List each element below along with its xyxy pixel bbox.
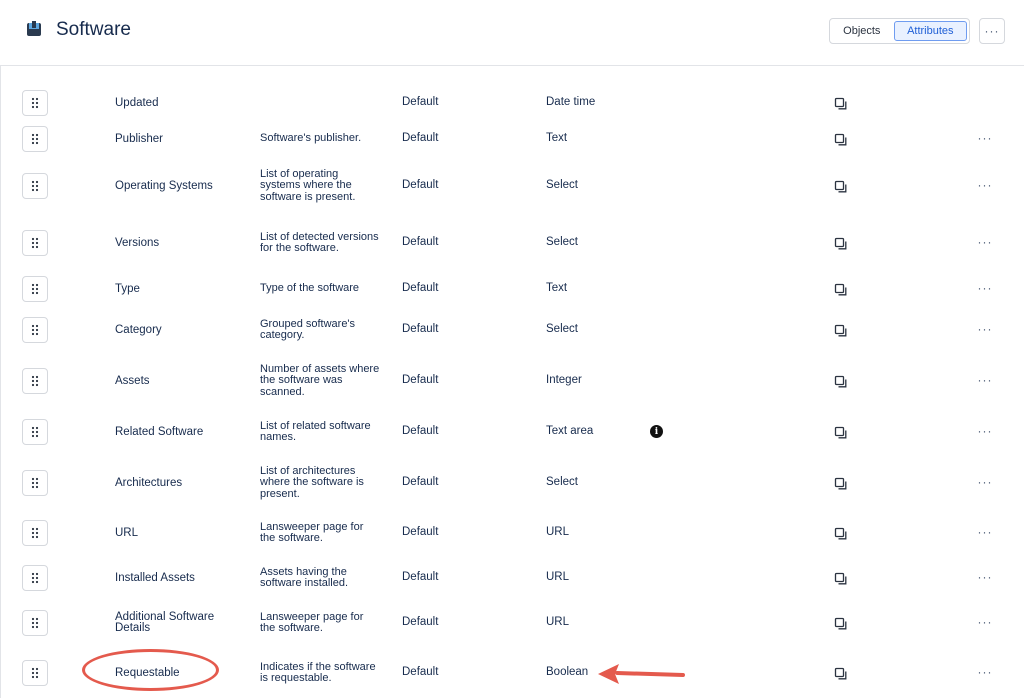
- drag-handle-icon[interactable]: [22, 610, 48, 636]
- copy-icon[interactable]: [834, 375, 848, 389]
- copy-icon[interactable]: [834, 527, 848, 541]
- attribute-type: Date time: [546, 96, 596, 108]
- attribute-scope: Default: [402, 96, 439, 108]
- left-divider: [0, 66, 1, 698]
- attribute-description: Software's publisher.: [260, 132, 362, 145]
- drag-handle-icon[interactable]: [22, 230, 48, 256]
- attribute-type: Select: [546, 236, 578, 248]
- attribute-type: Select: [546, 323, 578, 335]
- annotation-oval: [82, 649, 219, 691]
- annotation-arrow-icon: [598, 664, 685, 684]
- row-more-button[interactable]: ···: [976, 615, 994, 629]
- row-more-button[interactable]: ···: [976, 322, 994, 336]
- attribute-scope: Default: [402, 425, 439, 437]
- drag-handle-icon[interactable]: [22, 419, 48, 445]
- copy-icon[interactable]: [834, 237, 848, 251]
- attribute-description: Grouped software's category.: [260, 317, 356, 341]
- attribute-type: URL: [546, 571, 570, 583]
- copy-icon[interactable]: [834, 572, 848, 586]
- attribute-name: Publisher: [115, 132, 163, 145]
- drag-handle-icon[interactable]: [22, 565, 48, 591]
- attribute-name: Installed Assets: [115, 571, 195, 584]
- attribute-description: Lansweeper page for the software.: [260, 520, 364, 544]
- attribute-scope: Default: [402, 374, 439, 386]
- row-more-button[interactable]: ···: [976, 665, 994, 679]
- drag-handle-icon[interactable]: [22, 520, 48, 546]
- attribute-scope: Default: [402, 571, 439, 583]
- copy-icon[interactable]: [834, 617, 848, 631]
- copy-icon[interactable]: [834, 324, 848, 338]
- drag-handle-icon[interactable]: [22, 470, 48, 496]
- copy-icon[interactable]: [834, 477, 848, 491]
- drag-handle-icon[interactable]: [22, 276, 48, 302]
- attributes-tab[interactable]: Attributes: [893, 21, 967, 41]
- attribute-description: List of operating systems where the soft…: [260, 167, 356, 203]
- copy-icon[interactable]: [834, 180, 848, 194]
- drag-handle-icon[interactable]: [22, 368, 48, 394]
- attribute-type: URL: [546, 616, 570, 628]
- attribute-description: Type of the software: [260, 282, 360, 295]
- attribute-scope: Default: [402, 616, 439, 628]
- row-more-button[interactable]: ···: [976, 525, 994, 539]
- attribute-description: List of related software names.: [260, 419, 371, 443]
- attribute-scope: Default: [402, 666, 439, 678]
- row-more-button[interactable]: ···: [976, 373, 994, 387]
- attribute-scope: Default: [402, 236, 439, 248]
- attribute-name: Assets: [115, 374, 150, 387]
- software-box-icon: [27, 21, 41, 36]
- attribute-description: List of architectures where the software…: [260, 464, 364, 500]
- drag-handle-icon[interactable]: [22, 173, 48, 199]
- attribute-name: Versions: [115, 236, 160, 249]
- attribute-description: Indicates if the software is requestable…: [260, 660, 376, 684]
- attribute-type: Text: [546, 282, 568, 294]
- attribute-scope: Default: [402, 179, 439, 191]
- attribute-description: Assets having the software installed.: [260, 565, 349, 589]
- attribute-name: Additional Software Details: [115, 611, 215, 634]
- drag-handle-icon[interactable]: [22, 126, 48, 152]
- attribute-name: Related Software: [115, 425, 204, 438]
- attribute-name: Updated: [115, 96, 159, 109]
- row-more-button[interactable]: ···: [976, 570, 994, 584]
- row-more-button[interactable]: ···: [976, 424, 994, 438]
- page-title: Software: [56, 19, 131, 40]
- attribute-type: Select: [546, 476, 578, 488]
- view-toggle: Objects Attributes: [829, 18, 970, 44]
- attribute-name: Category: [115, 323, 162, 336]
- attribute-scope: Default: [402, 132, 439, 144]
- copy-icon[interactable]: [834, 283, 848, 297]
- attribute-scope: Default: [402, 323, 439, 335]
- attribute-type: Text area: [546, 425, 594, 437]
- attribute-name: Architectures: [115, 476, 183, 489]
- copy-icon[interactable]: [834, 667, 848, 681]
- attribute-description: Lansweeper page for the software.: [260, 610, 364, 634]
- row-more-button[interactable]: ···: [976, 475, 994, 489]
- objects-tab[interactable]: Objects: [830, 19, 894, 43]
- info-icon[interactable]: i: [650, 425, 663, 438]
- copy-icon[interactable]: [834, 133, 848, 147]
- attribute-name: Operating Systems: [115, 179, 213, 192]
- copy-icon[interactable]: [834, 426, 848, 440]
- attribute-type: Text: [546, 132, 568, 144]
- attribute-name: Type: [115, 282, 140, 295]
- attribute-name: URL: [115, 526, 139, 539]
- page-header: Software Objects Attributes ···: [0, 0, 1024, 66]
- drag-handle-icon[interactable]: [22, 660, 48, 686]
- attribute-scope: Default: [402, 282, 439, 294]
- attribute-type: URL: [546, 526, 570, 538]
- attribute-scope: Default: [402, 526, 439, 538]
- copy-icon[interactable]: [834, 97, 848, 111]
- row-more-button[interactable]: ···: [976, 131, 994, 145]
- attribute-type: Boolean: [546, 666, 589, 678]
- row-more-button[interactable]: ···: [976, 235, 994, 249]
- header-more-button[interactable]: ···: [979, 18, 1005, 44]
- attribute-description: Number of assets where the software was …: [260, 362, 380, 398]
- attribute-type: Select: [546, 179, 578, 191]
- attribute-description: List of detected versions for the softwa…: [260, 230, 379, 254]
- row-more-button[interactable]: ···: [976, 178, 994, 192]
- attribute-type: Integer: [546, 374, 582, 386]
- attribute-scope: Default: [402, 476, 439, 488]
- drag-handle-icon[interactable]: [22, 317, 48, 343]
- row-more-button[interactable]: ···: [976, 281, 994, 295]
- drag-handle-icon[interactable]: [22, 90, 48, 116]
